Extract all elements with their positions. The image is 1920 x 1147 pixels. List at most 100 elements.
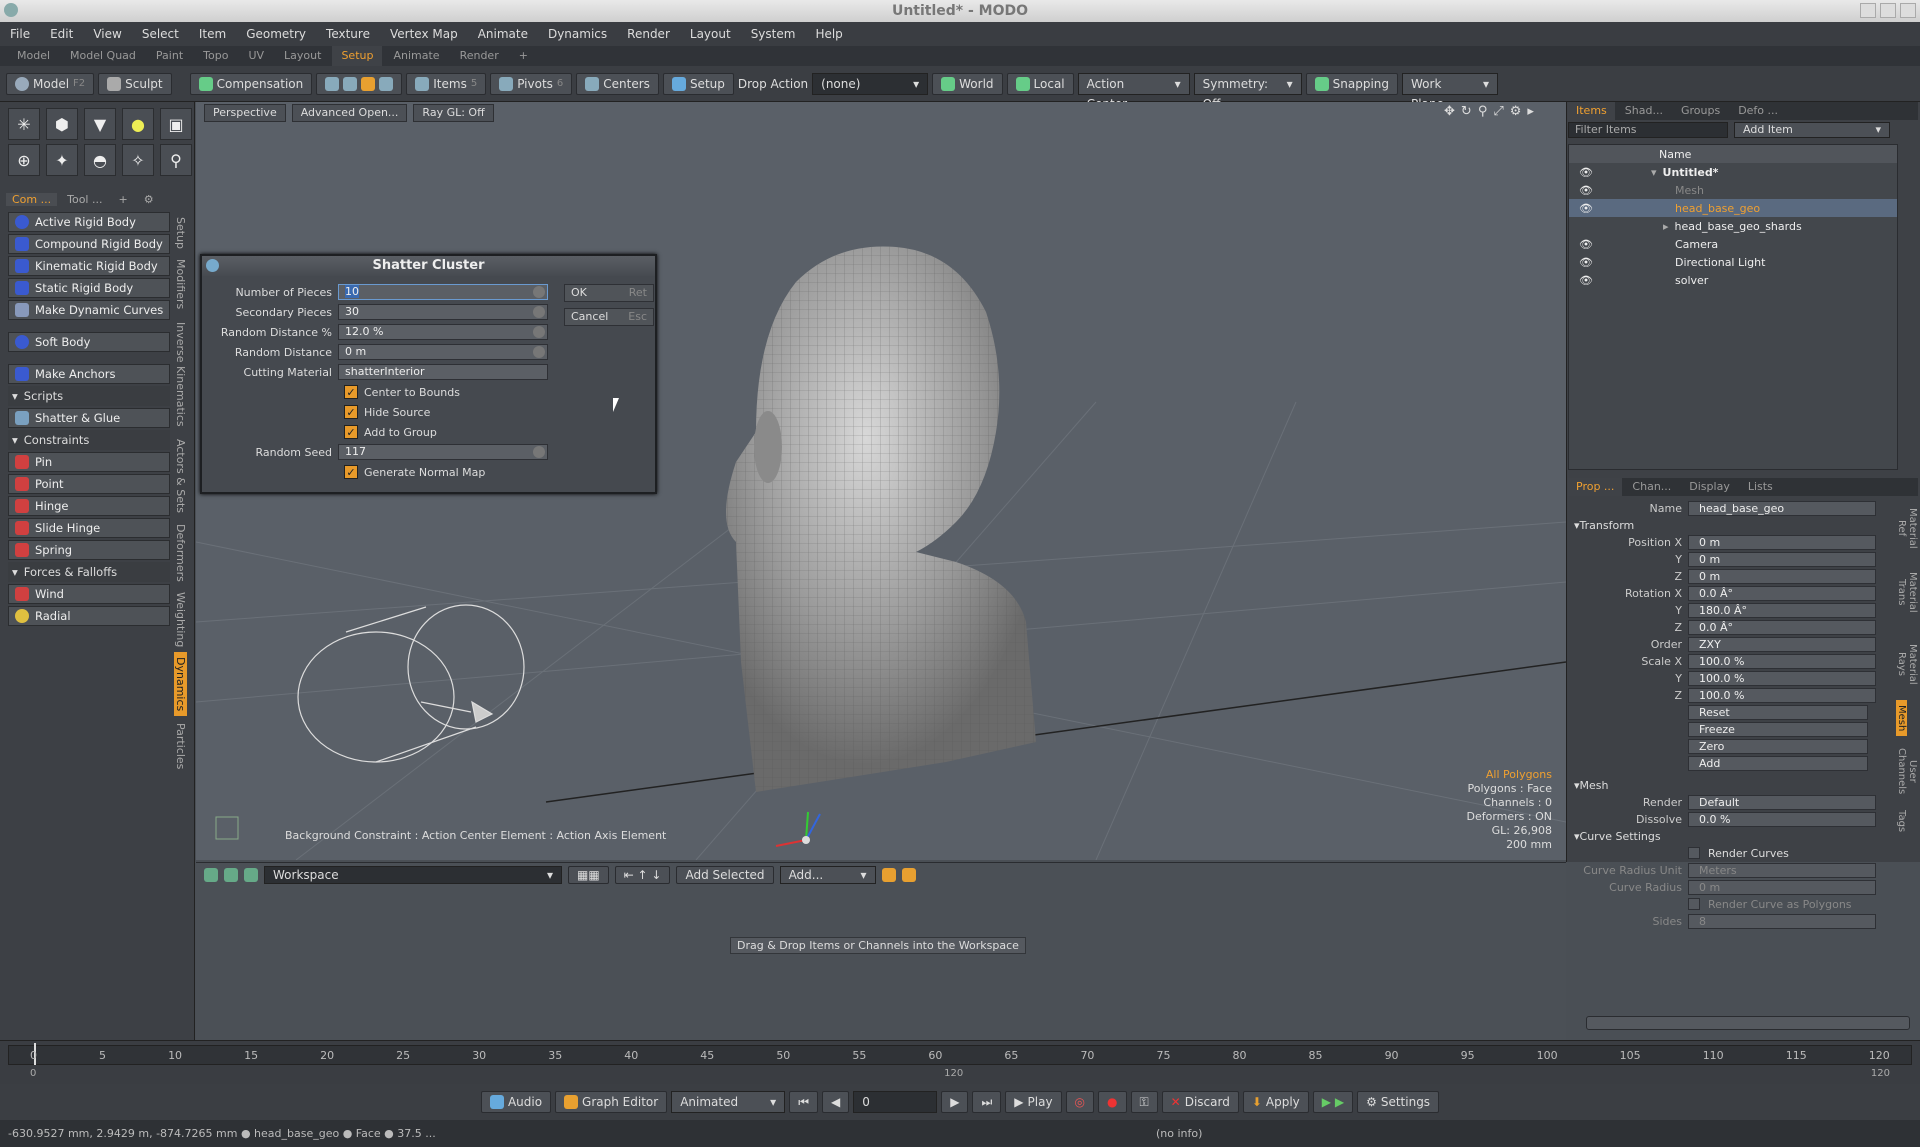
tab-groups[interactable]: Groups — [1673, 102, 1728, 120]
items-button[interactable]: Items 5 — [406, 72, 487, 95]
hinge-constraint-button[interactable]: Hinge — [8, 496, 170, 516]
timeline[interactable]: 0 5 10 15 20 25 30 35 40 45 50 55 60 65 70 75 80 85 90 95 10… — [0, 1040, 1920, 1084]
tab-topo[interactable]: Topo — [194, 46, 237, 66]
forces-section-header[interactable]: ▾ Forces & Falloffs — [8, 562, 170, 582]
centers-button[interactable]: Centers — [576, 72, 659, 95]
apply-button[interactable]: ⬇ Apply — [1242, 1091, 1309, 1113]
mesh-icon[interactable]: ⬢ — [46, 108, 78, 140]
side-tab-user-channels[interactable]: User Channels — [1896, 736, 1918, 806]
sculpt-button[interactable]: Sculpt — [98, 72, 172, 95]
constraints-section-header[interactable]: ▾ Constraints — [8, 430, 170, 450]
add-to-group-checkbox[interactable]: ✓ — [344, 425, 358, 439]
center-to-bounds-checkbox[interactable]: ✓ — [344, 385, 358, 399]
tab-shader-tree[interactable]: Shad... — [1617, 102, 1671, 120]
position-y-field[interactable]: 0 m — [1688, 551, 1876, 567]
ok-button[interactable]: OK Ret — [564, 284, 654, 302]
vtab-dynamics[interactable]: Dynamics — [174, 652, 187, 716]
active-rigid-body-button[interactable]: Active Rigid Body — [8, 212, 170, 232]
key-options-button[interactable]: ⚿ — [1130, 1091, 1158, 1113]
vtab-modifiers[interactable]: Modifiers — [174, 254, 187, 314]
static-rigid-body-button[interactable]: Static Rigid Body — [8, 278, 170, 298]
cutting-material-input[interactable]: shatterInterior — [338, 364, 548, 380]
vertex-mode-icon[interactable] — [325, 76, 340, 91]
eye-icon[interactable]: 👁 — [1579, 184, 1675, 197]
add-selected-button[interactable]: Add Selected — [676, 866, 774, 884]
step-forward-button[interactable]: ▶ — [941, 1091, 969, 1113]
menu-file[interactable]: File — [0, 22, 40, 46]
zoom-icon[interactable]: ⚲ — [1478, 104, 1488, 119]
scale-y-field[interactable]: 100.0 % — [1688, 670, 1876, 686]
freeze-dropdown[interactable]: Freeze — [1688, 721, 1868, 737]
head-bust-mesh[interactable] — [726, 246, 1036, 792]
tab-lists[interactable]: Lists — [1740, 478, 1781, 496]
position-z-field[interactable]: 0 m — [1688, 568, 1876, 584]
list-item[interactable]: 👁 Camera — [1569, 235, 1897, 253]
menu-item[interactable]: Item — [189, 22, 236, 46]
workspace-dropdown[interactable]: Workspace ▾ — [264, 866, 562, 884]
menu-view[interactable]: View — [83, 22, 131, 46]
vtab-deformers[interactable]: Deformers — [174, 518, 187, 588]
reset-dropdown[interactable]: Reset — [1688, 704, 1868, 720]
discard-button[interactable]: ✕ Discard — [1161, 1091, 1239, 1113]
tab-render[interactable]: Render — [451, 46, 508, 66]
gear-icon[interactable]: ⚙ — [138, 193, 160, 206]
tab-model-quad[interactable]: Model Quad — [61, 46, 145, 66]
order-dropdown[interactable]: ZXY — [1688, 636, 1876, 652]
slide-hinge-constraint-button[interactable]: Slide Hinge — [8, 518, 170, 538]
view-type-button[interactable]: Perspective — [204, 104, 286, 122]
side-tab-mesh[interactable]: Mesh — [1896, 700, 1907, 736]
maximize-icon[interactable]: ⤢ — [1493, 104, 1503, 119]
add-dropdown[interactable]: Add — [1688, 755, 1868, 771]
close-button[interactable] — [1900, 3, 1916, 18]
material-mode-icon[interactable] — [379, 76, 394, 91]
tab-display[interactable]: Display — [1681, 478, 1738, 496]
tab-animate[interactable]: Animate — [384, 46, 448, 66]
random-distance-input[interactable]: 0 m — [338, 344, 548, 360]
render-as-polygons-checkbox[interactable] — [1688, 898, 1700, 910]
list-item[interactable]: 👁 head_base_geo — [1569, 199, 1897, 217]
pin-constraint-button[interactable]: Pin — [8, 452, 170, 472]
side-tab-material-trans[interactable]: Material Trans — [1896, 556, 1918, 628]
key-icon[interactable] — [881, 868, 896, 882]
add-icon[interactable]: + — [112, 193, 133, 206]
menu-select[interactable]: Select — [132, 22, 189, 46]
soft-body-button[interactable]: Soft Body — [8, 332, 170, 352]
transform-gizmo[interactable] — [775, 811, 821, 847]
tab-channels[interactable]: Chan... — [1624, 478, 1679, 496]
make-anchors-button[interactable]: Make Anchors — [8, 364, 170, 384]
selection-mode-group[interactable] — [316, 72, 403, 95]
spinner-icon[interactable] — [533, 306, 545, 318]
menu-texture[interactable]: Texture — [316, 22, 380, 46]
list-item[interactable]: ▸ head_base_geo_shards — [1569, 217, 1897, 235]
chevron-right-icon[interactable]: ▸ — [1527, 104, 1534, 119]
play-button[interactable]: ▶ Play — [1005, 1091, 1062, 1113]
drop-action-dropdown[interactable]: (none) ▾ — [812, 72, 929, 95]
local-button[interactable]: Local — [1006, 72, 1074, 95]
go-to-start-button[interactable]: ⏮ — [789, 1091, 818, 1113]
animated-dropdown[interactable]: Animated ▾ — [671, 1091, 786, 1113]
tab-layout[interactable]: Layout — [275, 46, 330, 66]
side-tab-tags[interactable]: Tags — [1896, 806, 1907, 836]
snapping-button[interactable]: Snapping — [1305, 72, 1399, 95]
shatter-glue-button[interactable]: Shatter & Glue — [8, 408, 170, 428]
list-item[interactable]: 👁 Directional Light — [1569, 253, 1897, 271]
spinner-icon[interactable] — [533, 446, 545, 458]
scale-z-field[interactable]: 100.0 % — [1688, 687, 1876, 703]
menu-system[interactable]: System — [741, 22, 806, 46]
mesh-section-header[interactable]: ▾ Mesh — [1568, 777, 1892, 793]
side-tab-material-rays[interactable]: Material Rays — [1896, 628, 1918, 700]
random-distance-percent-input[interactable]: 12.0 % — [338, 324, 548, 340]
make-dynamic-curves-button[interactable]: Make Dynamic Curves — [8, 300, 170, 320]
schematic-icon[interactable] — [204, 868, 218, 882]
ray-gl-button[interactable]: Ray GL: Off — [413, 104, 494, 122]
menu-help[interactable]: Help — [805, 22, 852, 46]
random-seed-input[interactable]: 117 — [338, 444, 548, 460]
expand-triangle-icon[interactable]: ▸ — [1663, 220, 1669, 233]
record-button[interactable]: ● — [1098, 1091, 1127, 1113]
list-item[interactable]: 👁 ▾ Untitled* — [1569, 163, 1897, 181]
spinner-icon[interactable] — [533, 286, 545, 298]
radial-force-button[interactable]: Radial — [8, 606, 170, 626]
tab-items[interactable]: Items — [1568, 102, 1615, 120]
tab-paint[interactable]: Paint — [147, 46, 192, 66]
tab-setup[interactable]: Setup — [332, 46, 383, 66]
